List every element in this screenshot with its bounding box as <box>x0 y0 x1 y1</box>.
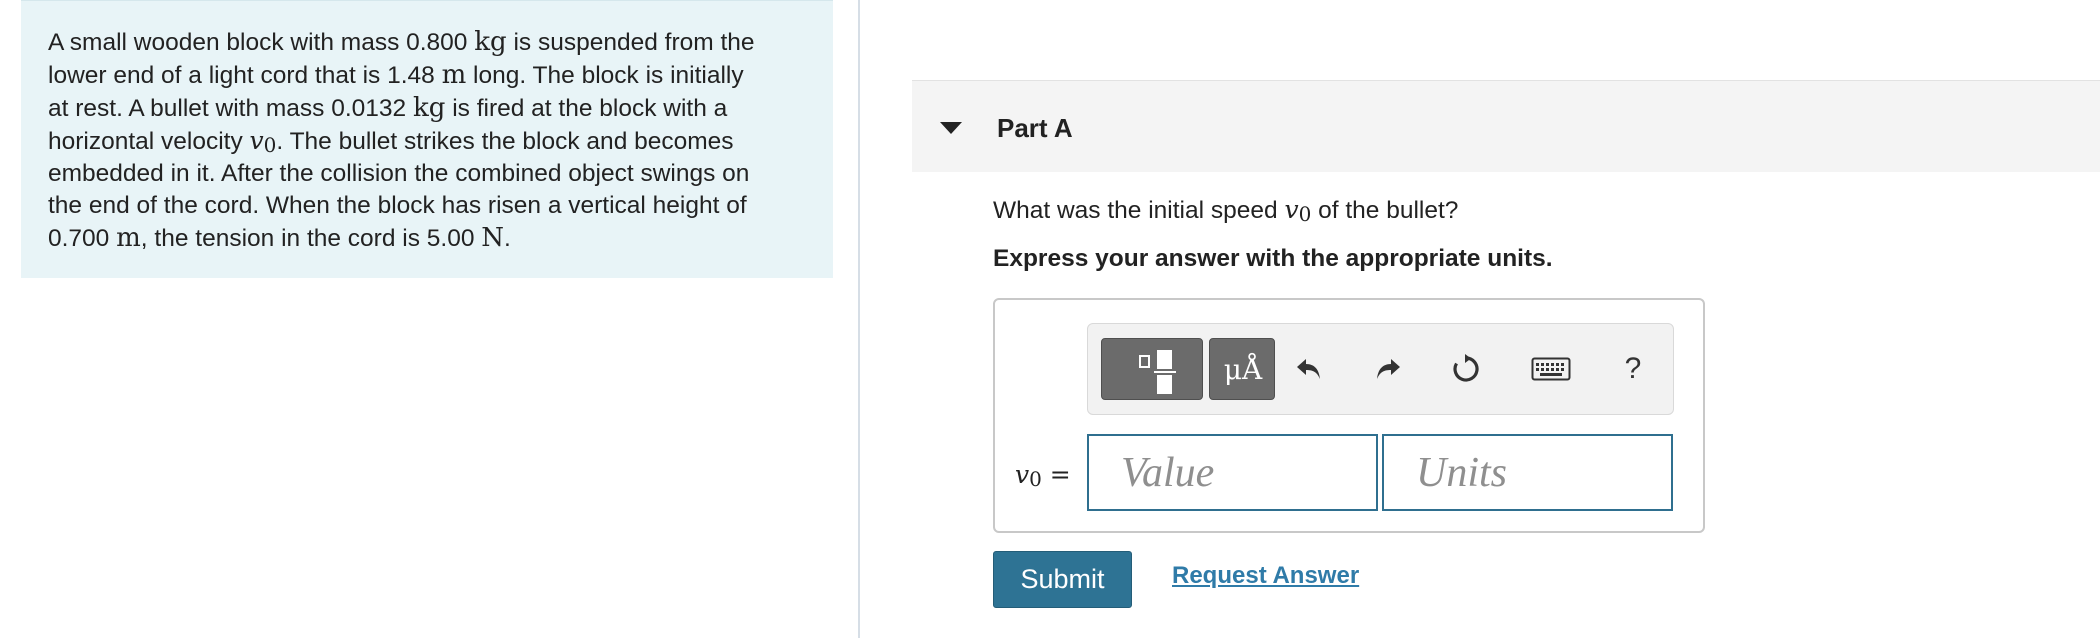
units-input[interactable] <box>1382 434 1673 511</box>
reset-icon[interactable] <box>1443 346 1489 392</box>
problem-line-3: at rest. A bullet with mass 0.0132 kg is… <box>48 93 728 123</box>
question-text: What was the initial speed v0 of the bul… <box>993 195 1459 226</box>
undo-icon[interactable] <box>1286 346 1332 392</box>
problem-text: A small wooden block with mass 0.800 kg … <box>48 26 823 255</box>
part-title: Part A <box>997 113 1073 143</box>
request-answer-link[interactable]: Request Answer <box>1172 562 1359 590</box>
equation-toolbar: μÅ ? <box>1087 323 1674 415</box>
collapse-caret-icon[interactable] <box>940 122 962 134</box>
fraction-denominator-icon <box>1157 375 1172 394</box>
answer-box: μÅ ? v0 = <box>993 298 1705 533</box>
variable-label: v0 = <box>1015 460 1071 491</box>
template-box-icon <box>1139 355 1150 368</box>
units-label: μÅ <box>1223 353 1263 386</box>
fraction-bar-icon <box>1154 371 1176 373</box>
problem-line-2: lower end of a light cord that is 1.48 m… <box>48 60 744 90</box>
problem-line-5: embedded in it. After the collision the … <box>48 160 750 187</box>
problem-line-7: 0.700 m, the tension in the cord is 5.00… <box>48 223 511 253</box>
redo-icon[interactable] <box>1365 346 1411 392</box>
units-button[interactable]: μÅ <box>1209 338 1275 400</box>
column-divider <box>858 0 860 638</box>
part-a-header[interactable]: Part A <box>912 80 2100 172</box>
keyboard-icon[interactable] <box>1528 346 1574 392</box>
problem-line-1: A small wooden block with mass 0.800 kg … <box>48 27 755 57</box>
problem-line-4: horizontal velocity v0. The bullet strik… <box>48 126 734 157</box>
templates-button[interactable] <box>1101 338 1203 400</box>
problem-statement-panel: A small wooden block with mass 0.800 kg … <box>21 0 833 278</box>
value-input[interactable] <box>1087 434 1378 511</box>
fraction-numerator-icon <box>1157 350 1172 369</box>
help-icon[interactable]: ? <box>1610 346 1656 392</box>
submit-button[interactable]: Submit <box>993 551 1132 608</box>
answer-instruction: Express your answer with the appropriate… <box>993 245 1553 272</box>
problem-line-6: the end of the cord. When the block has … <box>48 192 747 219</box>
